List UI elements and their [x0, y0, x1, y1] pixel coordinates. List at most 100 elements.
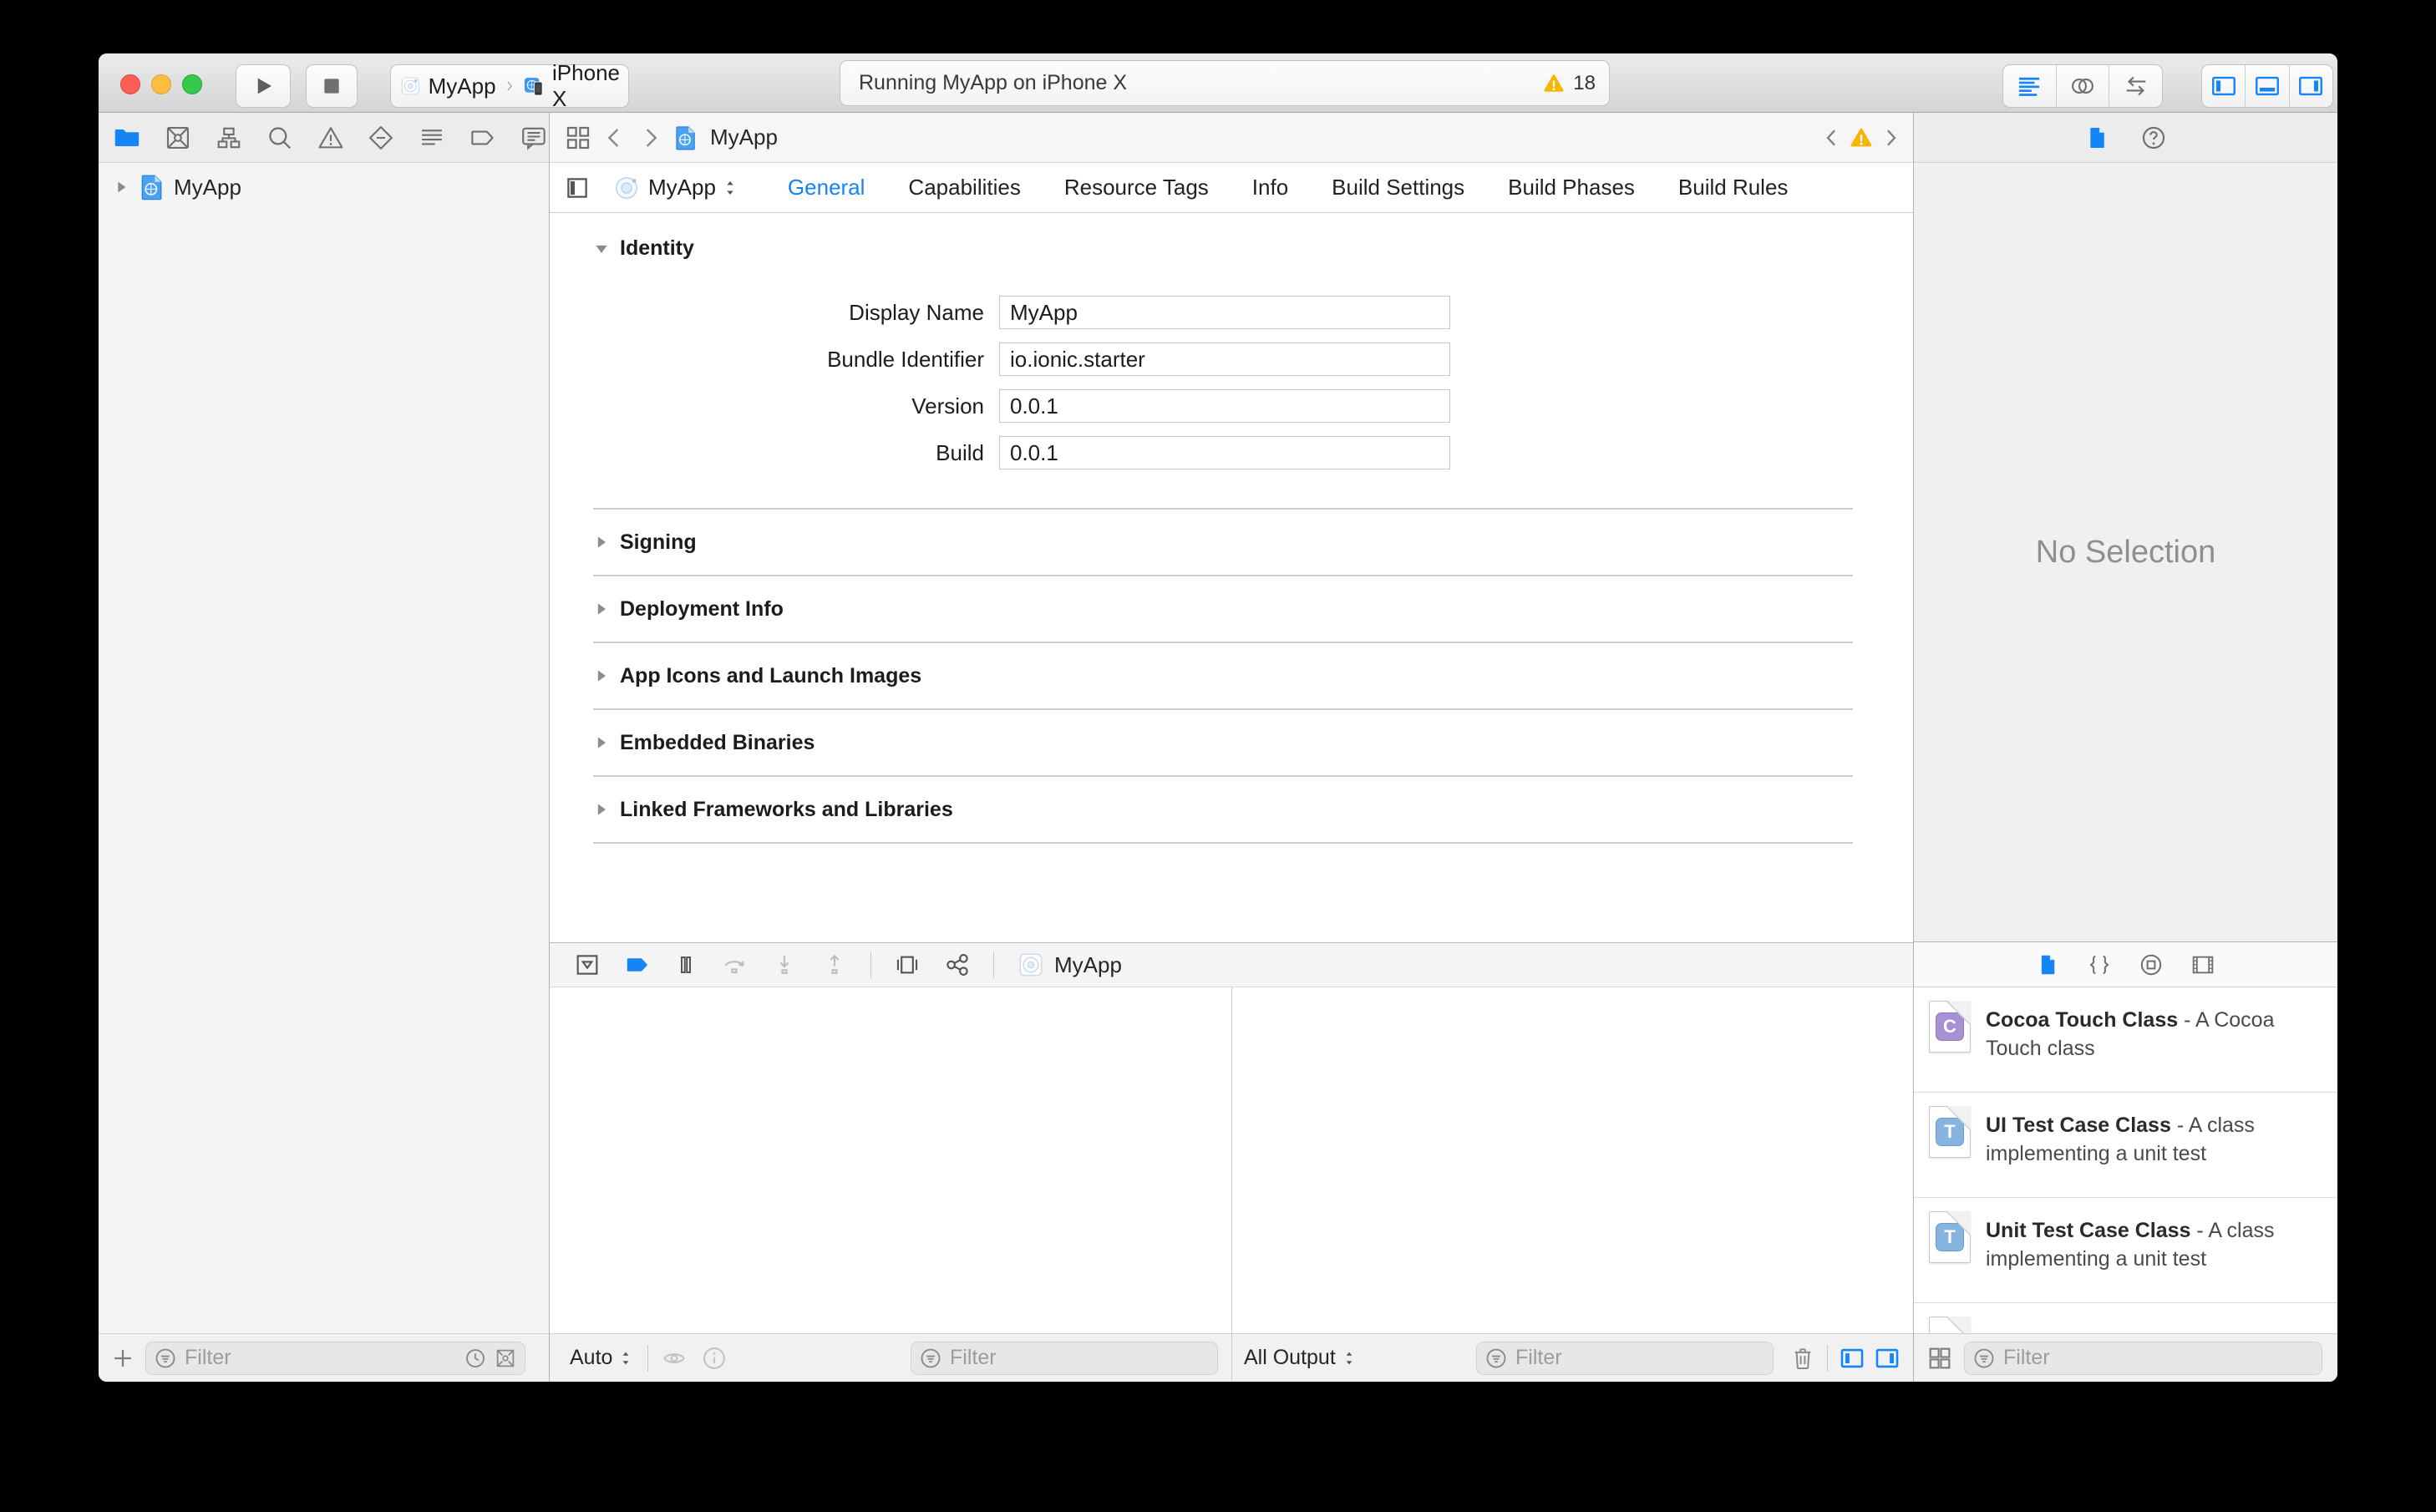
go-forward-icon[interactable] — [637, 124, 663, 151]
navigator-filter-bar — [99, 1333, 549, 1382]
disclosure-closed-icon[interactable] — [593, 734, 610, 751]
source-control-navigator-icon[interactable] — [163, 122, 193, 154]
debug-navigator-icon[interactable] — [417, 122, 447, 154]
related-items-icon[interactable] — [563, 123, 593, 153]
build-field[interactable] — [999, 436, 1450, 469]
toggle-targets-sidebar-icon[interactable] — [563, 174, 591, 202]
variables-view[interactable] — [550, 987, 1232, 1333]
console-filter-field[interactable] — [1476, 1341, 1774, 1375]
disclosure-closed-icon[interactable] — [593, 534, 610, 551]
console-filter-input[interactable] — [1514, 1345, 1766, 1371]
project-file-icon — [676, 125, 695, 150]
disclosure-triangle-icon[interactable] — [112, 178, 130, 196]
popup-arrows-icon — [623, 1352, 629, 1364]
console-scope-popup[interactable]: All Output — [1244, 1346, 1359, 1370]
embedded-binaries-section-header[interactable]: Embedded Binaries — [593, 710, 1853, 777]
run-button[interactable] — [236, 64, 291, 108]
library-filter-field[interactable] — [1964, 1341, 2322, 1375]
console-view[interactable] — [1232, 987, 1913, 1333]
print-description-info-icon[interactable] — [700, 1344, 728, 1372]
linked-frameworks-section-header[interactable]: Linked Frameworks and Libraries — [593, 777, 1853, 844]
version-field[interactable] — [999, 389, 1450, 423]
step-over-icon[interactable] — [720, 951, 749, 979]
previous-issue-icon[interactable] — [1819, 125, 1845, 150]
bundle-identifier-field[interactable] — [999, 342, 1450, 376]
tab-resource-tags[interactable]: Resource Tags — [1064, 175, 1209, 200]
disclosure-closed-icon[interactable] — [593, 601, 610, 617]
target-popup-label[interactable]: MyApp — [648, 175, 716, 200]
view-ui-hierarchy-icon[interactable] — [893, 951, 921, 979]
debug-session-item[interactable]: MyApp — [1016, 950, 1122, 980]
project-navigator-icon[interactable] — [112, 122, 142, 154]
tab-build-rules[interactable]: Build Rules — [1678, 175, 1789, 200]
tab-build-settings[interactable]: Build Settings — [1332, 175, 1464, 200]
code-snippet-library-icon[interactable] — [2086, 951, 2113, 978]
signing-section-header[interactable]: Signing — [593, 510, 1853, 576]
test-navigator-icon[interactable] — [366, 122, 396, 154]
symbol-navigator-icon[interactable] — [214, 122, 244, 154]
step-into-icon[interactable] — [770, 951, 799, 979]
issue-navigator-icon[interactable] — [316, 122, 346, 154]
disclosure-open-icon[interactable] — [593, 241, 610, 257]
app-icons-section-header[interactable]: App Icons and Launch Images — [593, 643, 1853, 710]
zoom-window-button[interactable] — [182, 74, 202, 94]
disclosure-closed-icon[interactable] — [593, 801, 610, 818]
memory-graph-icon[interactable] — [943, 951, 972, 979]
assistant-editor-button[interactable] — [2057, 65, 2110, 107]
toggle-inspector-button[interactable] — [2290, 65, 2332, 107]
toggle-navigator-button[interactable] — [2202, 65, 2246, 107]
popup-arrows-icon[interactable] — [719, 177, 741, 199]
stop-button[interactable] — [306, 64, 358, 108]
template-item-unit-test-case-class[interactable]: T Unit Test Case Class - A class impleme… — [1914, 1198, 2337, 1303]
navigator-filter-field[interactable] — [145, 1341, 525, 1375]
warning-icon[interactable] — [1848, 124, 1875, 151]
minimize-window-button[interactable] — [151, 74, 171, 94]
project-row[interactable]: MyApp — [99, 163, 549, 206]
object-library-icon[interactable] — [2138, 951, 2164, 978]
hide-debug-area-icon[interactable] — [573, 951, 601, 979]
breakpoint-navigator-icon[interactable] — [468, 122, 498, 154]
go-back-icon[interactable] — [601, 124, 628, 151]
variables-scope-popup[interactable]: Auto — [570, 1346, 636, 1370]
report-navigator-icon[interactable] — [519, 122, 549, 154]
template-item-ui-test-case-class[interactable]: T UI Test Case Class - A class implement… — [1914, 1093, 2337, 1198]
find-navigator-icon[interactable] — [265, 122, 295, 154]
identity-section-header[interactable]: Identity — [593, 236, 1853, 261]
disclosure-closed-icon[interactable] — [593, 667, 610, 684]
close-window-button[interactable] — [120, 74, 140, 94]
tab-capabilities[interactable]: Capabilities — [908, 175, 1020, 200]
file-template-library-icon[interactable] — [2036, 952, 2061, 977]
grid-view-toggle-icon[interactable] — [1926, 1344, 1954, 1372]
display-name-field[interactable] — [999, 296, 1450, 329]
add-button[interactable] — [109, 1344, 137, 1372]
variables-filter-field[interactable] — [911, 1341, 1218, 1375]
version-editor-button[interactable] — [2109, 65, 2162, 107]
navigator-filter-input[interactable] — [183, 1345, 458, 1371]
show-variables-view-toggle-icon[interactable] — [1838, 1344, 1866, 1372]
toggle-debug-area-button[interactable] — [2246, 65, 2290, 107]
source-control-status-icon[interactable] — [493, 1346, 518, 1371]
step-out-icon[interactable] — [820, 951, 849, 979]
show-console-view-toggle-icon[interactable] — [1873, 1344, 1901, 1372]
tab-general[interactable]: General — [788, 175, 865, 200]
file-inspector-icon[interactable] — [2084, 124, 2111, 151]
template-item-partial[interactable] — [1914, 1303, 2337, 1333]
jump-bar-file-name[interactable]: MyApp — [710, 124, 778, 150]
next-issue-icon[interactable] — [1878, 125, 1903, 150]
variables-filter-input[interactable] — [948, 1345, 1210, 1371]
library-filter-input[interactable] — [2002, 1345, 2315, 1371]
tab-build-phases[interactable]: Build Phases — [1508, 175, 1635, 200]
quick-help-icon[interactable] — [2139, 124, 2168, 152]
template-item-cocoa-touch-class[interactable]: C Cocoa Touch Class - A Cocoa Touch clas… — [1914, 987, 2337, 1093]
recent-files-clock-icon[interactable] — [463, 1346, 488, 1371]
clear-console-trash-icon[interactable] — [1789, 1344, 1817, 1372]
breakpoints-toggle-icon[interactable] — [623, 951, 652, 979]
deployment-info-section-header[interactable]: Deployment Info — [593, 576, 1853, 643]
issue-counter[interactable]: 18 — [1541, 71, 1596, 96]
standard-editor-button[interactable] — [2003, 65, 2057, 107]
tab-info[interactable]: Info — [1252, 175, 1288, 200]
media-library-icon[interactable] — [2190, 951, 2216, 978]
scheme-selector[interactable]: MyApp iPhone X — [390, 60, 629, 111]
quick-look-eye-icon[interactable] — [660, 1344, 688, 1372]
pause-execution-icon[interactable] — [673, 952, 698, 977]
